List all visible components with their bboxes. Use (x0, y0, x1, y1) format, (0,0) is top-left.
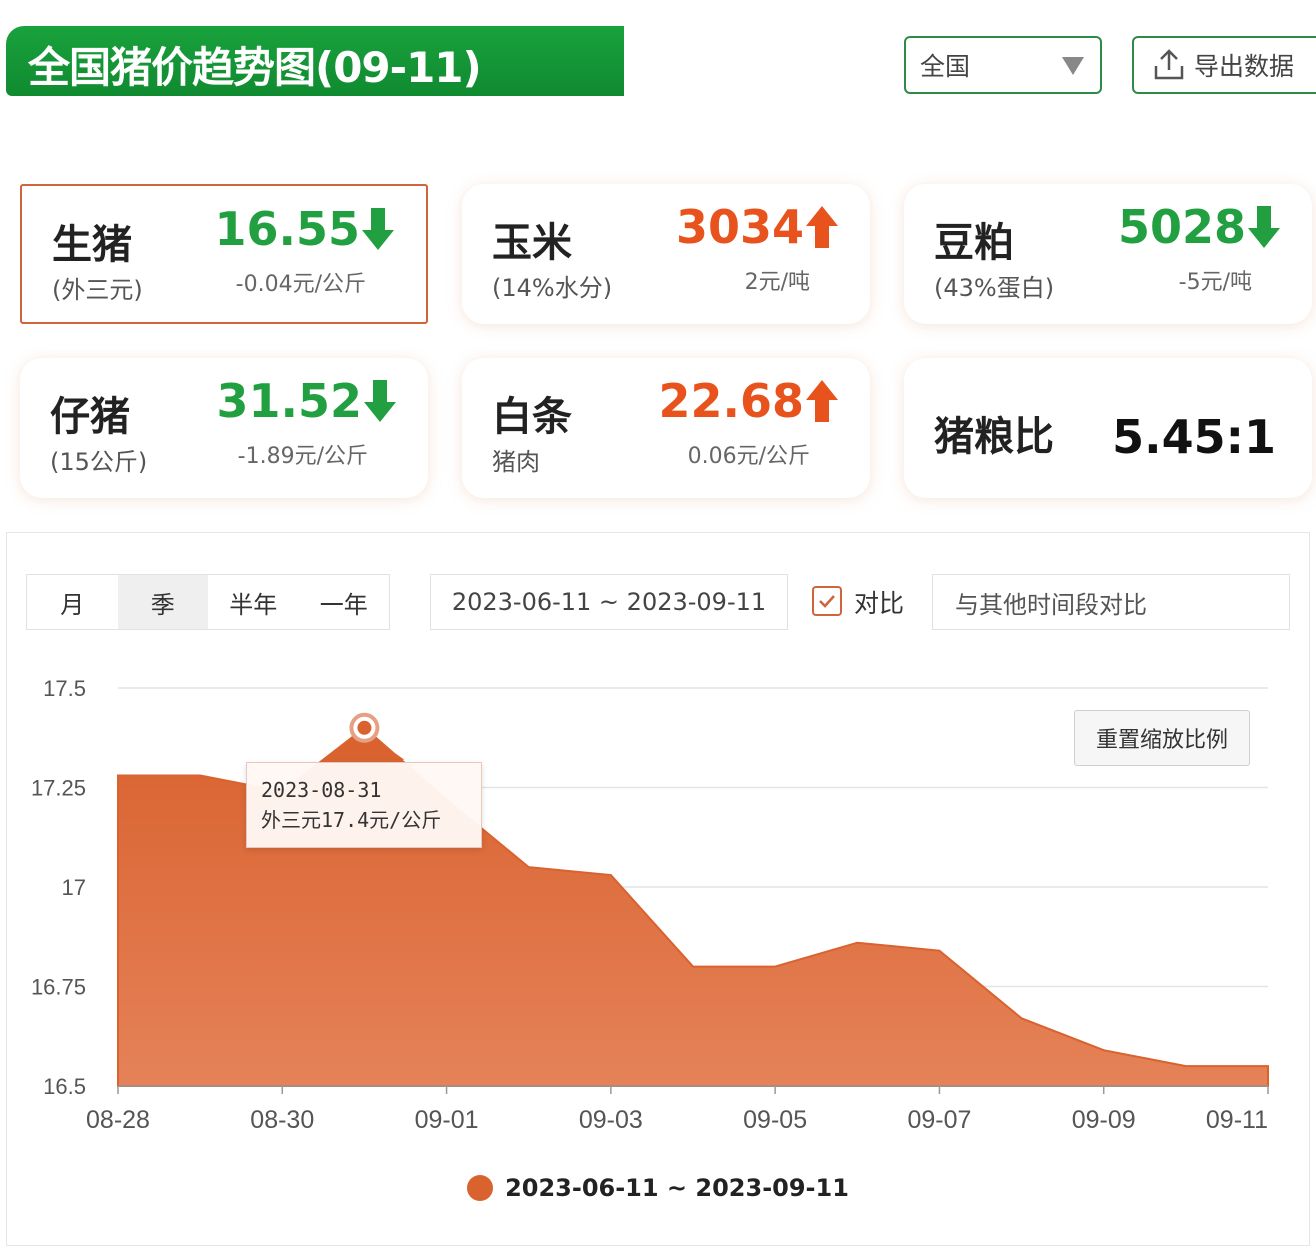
card-sub: (14%水分) (492, 274, 613, 302)
card-name: 仔猪 (50, 394, 130, 440)
card-value: 31.52 (216, 374, 398, 428)
card-sub: 猪肉 (492, 448, 540, 476)
card-value: 5.45:1 (1112, 410, 1276, 464)
y-tick-label: 16.5 (43, 1074, 86, 1099)
range-tabs: 月 季 半年 一年 (26, 574, 390, 630)
tab-month[interactable]: 月 (27, 575, 118, 629)
title-banner: 全国猪价趋势图(09-11) (6, 26, 624, 96)
check-icon (819, 595, 835, 608)
y-tick-label: 17.5 (43, 676, 86, 701)
card-sub: (15公斤) (50, 448, 148, 476)
card-change: 0.06元/公斤 (687, 444, 810, 469)
card-pig-grain-ratio[interactable]: 猪粮比 5.45:1 (904, 358, 1312, 498)
card-change: -5元/吨 (1178, 270, 1252, 295)
date-range-picker[interactable]: 2023-06-11 ~ 2023-09-11 (430, 574, 788, 630)
compare-label: 对比 (854, 589, 905, 618)
export-data-label: 导出数据 (1194, 52, 1295, 81)
card-pork[interactable]: 白条 猪肉 22.68 0.06元/公斤 (462, 358, 870, 498)
arrow-down-icon (364, 380, 396, 422)
card-value: 5028 (1118, 200, 1282, 254)
compare-checkbox[interactable] (812, 586, 842, 616)
card-value: 3034 (676, 200, 840, 254)
x-tick-label: 09-07 (907, 1106, 971, 1134)
card-value: 16.55 (214, 202, 396, 256)
card-name: 猪粮比 (934, 414, 1054, 460)
y-tick-label: 17 (62, 875, 86, 900)
reset-zoom-button[interactable]: 重置缩放比例 (1074, 710, 1250, 766)
card-name: 白条 (492, 394, 572, 440)
x-tick-label: 09-09 (1072, 1106, 1136, 1134)
x-tick-label: 09-01 (415, 1106, 479, 1134)
card-live-pig[interactable]: 生猪 (外三元) 16.55 -0.04元/公斤 (20, 184, 428, 324)
upload-icon (1154, 49, 1184, 80)
card-value: 22.68 (658, 374, 840, 428)
card-soybean-meal[interactable]: 豆粕 (43%蛋白) 5028 -5元/吨 (904, 184, 1312, 324)
arrow-down-icon (362, 208, 394, 250)
highlight-point-core (357, 720, 372, 735)
tab-half-year[interactable]: 半年 (208, 575, 299, 629)
region-select-value: 全国 (920, 52, 971, 81)
card-change: -1.89元/公斤 (237, 444, 368, 469)
legend-marker (467, 1175, 494, 1201)
chart-tooltip: 2023-08-31 外三元17.4元/公斤 (246, 762, 482, 848)
legend-label: 2023-06-11 ~ 2023-09-11 (505, 1174, 849, 1202)
card-corn[interactable]: 玉米 (14%水分) 3034 2元/吨 (462, 184, 870, 324)
x-tick-label: 08-30 (250, 1106, 314, 1134)
tab-year[interactable]: 一年 (299, 575, 390, 629)
x-tick-label: 09-03 (579, 1106, 643, 1134)
chart-legend[interactable]: 2023-06-11 ~ 2023-09-11 (0, 1174, 1316, 1202)
x-tick-label: 09-05 (743, 1106, 807, 1134)
tooltip-date: 2023-08-31 (261, 778, 382, 802)
card-piglet[interactable]: 仔猪 (15公斤) 31.52 -1.89元/公斤 (20, 358, 428, 498)
arrow-up-icon (806, 380, 838, 422)
card-change: 2元/吨 (744, 270, 810, 295)
card-sub: (外三元) (52, 276, 143, 304)
card-name: 生猪 (52, 222, 132, 268)
tab-quarter[interactable]: 季 (117, 575, 208, 629)
compare-period-input[interactable]: 与其他时间段对比 (932, 574, 1290, 630)
card-name: 豆粕 (934, 220, 1014, 266)
arrow-up-icon (806, 206, 838, 248)
page-title: 全国猪价趋势图(09-11) (28, 43, 482, 92)
card-sub: (43%蛋白) (934, 274, 1055, 302)
card-change: -0.04元/公斤 (235, 272, 366, 297)
tooltip-value: 外三元17.4元/公斤 (261, 808, 442, 832)
region-select[interactable]: 全国 (904, 36, 1102, 94)
x-tick-label: 09-11 (1206, 1106, 1268, 1134)
x-tick-label: 08-28 (86, 1106, 150, 1134)
chevron-down-icon (1062, 57, 1084, 75)
export-data-button[interactable]: 导出数据 (1132, 36, 1316, 94)
y-tick-label: 16.75 (31, 975, 86, 1000)
y-tick-label: 17.25 (31, 776, 86, 801)
arrow-down-icon (1248, 206, 1280, 248)
card-name: 玉米 (492, 220, 572, 266)
